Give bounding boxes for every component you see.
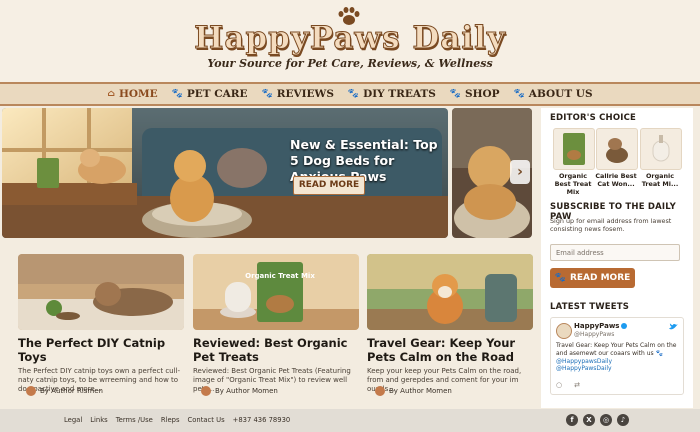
tweets-heading: LATEST TWEETS bbox=[550, 302, 630, 312]
nav-label: PET CARE bbox=[186, 88, 248, 100]
nav-label: SHOP bbox=[465, 88, 500, 100]
tweet-author: HappyPaws bbox=[574, 322, 628, 330]
pick-label[interactable]: Organic Treat Mi... bbox=[638, 172, 682, 188]
nav-item-about[interactable]: 🐾 ABOUT US bbox=[514, 88, 593, 100]
pick-image[interactable] bbox=[640, 128, 682, 170]
article-title[interactable]: The Perfect DIY Catnip Toys bbox=[18, 336, 184, 364]
paw-icon: 🐾 bbox=[171, 89, 183, 99]
paw-icon: 🐾 bbox=[554, 273, 566, 283]
pick-image[interactable] bbox=[553, 128, 595, 170]
hero-read-more-button[interactable]: READ MORE bbox=[293, 176, 365, 195]
author-name: By Author Momen bbox=[215, 387, 278, 395]
article-image bbox=[367, 254, 533, 330]
nav-label: ABOUT US bbox=[528, 88, 593, 100]
home-icon: ⌂ bbox=[107, 89, 115, 99]
editors-choice-heading: EDITOR'S CHOICE bbox=[550, 113, 637, 123]
nav-label: HOME bbox=[118, 88, 158, 100]
footer-link-links[interactable]: Links bbox=[90, 416, 107, 424]
paw-icon: 🐾 bbox=[449, 89, 462, 99]
article-title[interactable]: Reviewed: Best Organic Pet Treats bbox=[193, 336, 359, 364]
site-footer: Legal Links Terms /Use Rleps Contact Us … bbox=[0, 409, 700, 432]
instagram-icon[interactable]: ◎ bbox=[600, 414, 612, 426]
article-title[interactable]: Travel Gear: Keep Your Pets Calm on the … bbox=[367, 336, 533, 364]
paw-icon: 🐾 bbox=[347, 89, 360, 99]
article-author: By Author Rismen bbox=[26, 386, 103, 396]
pick-label[interactable]: Organic Best Treat Mix bbox=[551, 172, 595, 196]
site-tagline: Your Source for Pet Care, Reviews, & Wel… bbox=[207, 57, 493, 70]
tweet-link[interactable]: @HappypawsDaily bbox=[556, 358, 680, 366]
nav-item-reviews[interactable]: 🐾 REVIEWS bbox=[262, 88, 334, 100]
retweet-icon[interactable]: ⇄ bbox=[574, 381, 580, 389]
tweet-body: Travel Gear: Keep Your Pets Calm on the … bbox=[556, 342, 680, 373]
subscribe-description: Sign up for email address from lawest co… bbox=[550, 217, 672, 233]
article-author: By Author Momen bbox=[201, 386, 278, 396]
site-logo[interactable]: HappyPaws Daily bbox=[0, 20, 700, 57]
avatar bbox=[556, 323, 572, 339]
subscribe-button-label: READ MORE bbox=[569, 273, 631, 283]
pick-image[interactable] bbox=[596, 128, 638, 170]
footer-link-rleps[interactable]: Rleps bbox=[161, 416, 180, 424]
article-card[interactable]: Travel Gear: Keep Your Pets Calm on the … bbox=[367, 254, 533, 396]
nav-label: REVIEWS bbox=[276, 88, 334, 100]
chevron-right-icon[interactable]: › bbox=[510, 160, 530, 184]
tiktok-icon[interactable]: ♪ bbox=[617, 414, 629, 426]
x-icon[interactable]: X bbox=[583, 414, 595, 426]
author-name: By Author Rismen bbox=[40, 387, 103, 395]
email-field[interactable]: Email address bbox=[550, 244, 680, 261]
site-header: HappyPaws Daily Your Source for Pet Care… bbox=[0, 0, 700, 82]
article-card[interactable]: Organic Treat Mix Reviewed: Best Organic… bbox=[193, 254, 359, 396]
pick-label[interactable]: Callrie Best Cat Won... bbox=[594, 172, 638, 188]
footer-phone: +837 436 78930 bbox=[232, 416, 291, 424]
subscribe-button[interactable]: 🐾 READ MORE bbox=[550, 268, 635, 288]
tweet-link[interactable]: @HappyPawsDaily bbox=[556, 365, 680, 373]
author-avatar bbox=[375, 386, 385, 396]
author-name: By Author Momen bbox=[389, 387, 452, 395]
verified-icon bbox=[621, 323, 628, 329]
article-card[interactable]: The Perfect DIY Catnip Toys The Perfect … bbox=[18, 254, 184, 396]
tweet-handle: @HappyPaws bbox=[574, 331, 615, 338]
tweet-actions: ○ ⇄ bbox=[556, 381, 580, 389]
article-image bbox=[18, 254, 184, 330]
author-avatar bbox=[201, 386, 211, 396]
package-label: Organic Treat Mix bbox=[245, 272, 315, 280]
footer-link-terms[interactable]: Terms /Use bbox=[116, 416, 153, 424]
nav-item-diy-treats[interactable]: 🐾 DIY TREATS bbox=[348, 88, 436, 100]
footer-link-legal[interactable]: Legal bbox=[64, 416, 82, 424]
paw-icon: 🐾 bbox=[261, 89, 273, 99]
footer-links: Legal Links Terms /Use Rleps Contact Us … bbox=[64, 416, 290, 424]
nav-label: DIY TREATS bbox=[363, 88, 436, 100]
facebook-icon[interactable]: f bbox=[566, 414, 578, 426]
reply-icon[interactable]: ○ bbox=[556, 381, 562, 389]
twitter-icon bbox=[669, 323, 678, 330]
article-author: By Author Momen bbox=[375, 386, 452, 396]
main-nav: ⌂ HOME 🐾 PET CARE 🐾 REVIEWS 🐾 DIY TREATS… bbox=[0, 82, 700, 106]
author-avatar bbox=[26, 386, 36, 396]
paw-icon: 🐾 bbox=[513, 89, 525, 99]
tweet-card[interactable]: HappyPaws @HappyPaws Travel Gear: Keep Y… bbox=[550, 317, 684, 395]
article-image: Organic Treat Mix bbox=[193, 254, 359, 330]
nav-item-home[interactable]: ⌂ HOME bbox=[107, 88, 157, 100]
nav-item-pet-care[interactable]: 🐾 PET CARE bbox=[172, 88, 248, 100]
nav-item-shop[interactable]: 🐾 SHOP bbox=[450, 88, 500, 100]
footer-link-contact[interactable]: Contact Us bbox=[188, 416, 225, 424]
